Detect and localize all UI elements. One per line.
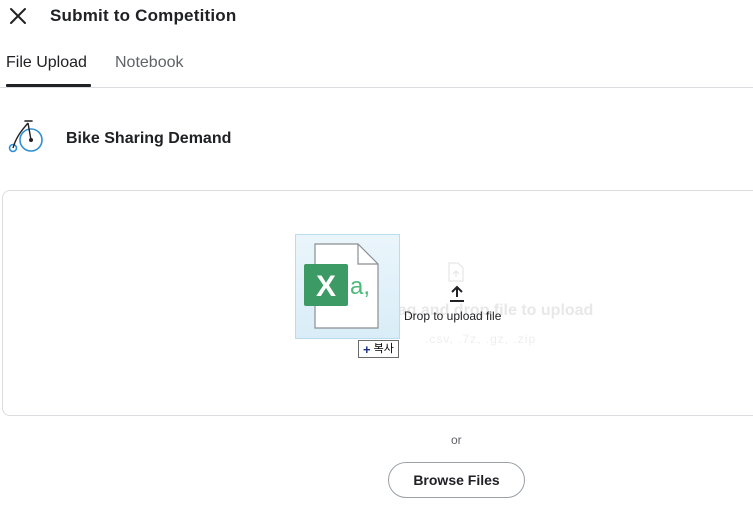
copy-badge: + 복사 [358, 340, 399, 358]
close-icon [10, 8, 26, 24]
plus-icon: + [363, 341, 371, 357]
dialog-title: Submit to Competition [50, 6, 237, 25]
tab-divider [0, 87, 753, 88]
svg-text:a,: a, [350, 273, 370, 300]
svg-text:X: X [316, 270, 336, 303]
close-button[interactable] [6, 4, 30, 28]
copy-badge-label: 복사 [373, 342, 394, 355]
upload-icon [450, 285, 464, 302]
document-upload-icon [448, 262, 464, 282]
or-separator: or [451, 433, 462, 447]
accepted-formats: .csv, .7z, .gz, .zip [425, 332, 537, 346]
excel-csv-file-icon: X a, [304, 243, 379, 329]
tab-file-upload[interactable]: File Upload [6, 54, 87, 72]
competition-name: Bike Sharing Demand [66, 130, 232, 147]
tab-notebook[interactable]: Notebook [115, 54, 184, 72]
browse-files-button[interactable]: Browse Files [388, 462, 525, 498]
drop-to-upload-text: Drop to upload file [404, 309, 502, 323]
penny-farthing-bicycle-icon [8, 120, 43, 153]
